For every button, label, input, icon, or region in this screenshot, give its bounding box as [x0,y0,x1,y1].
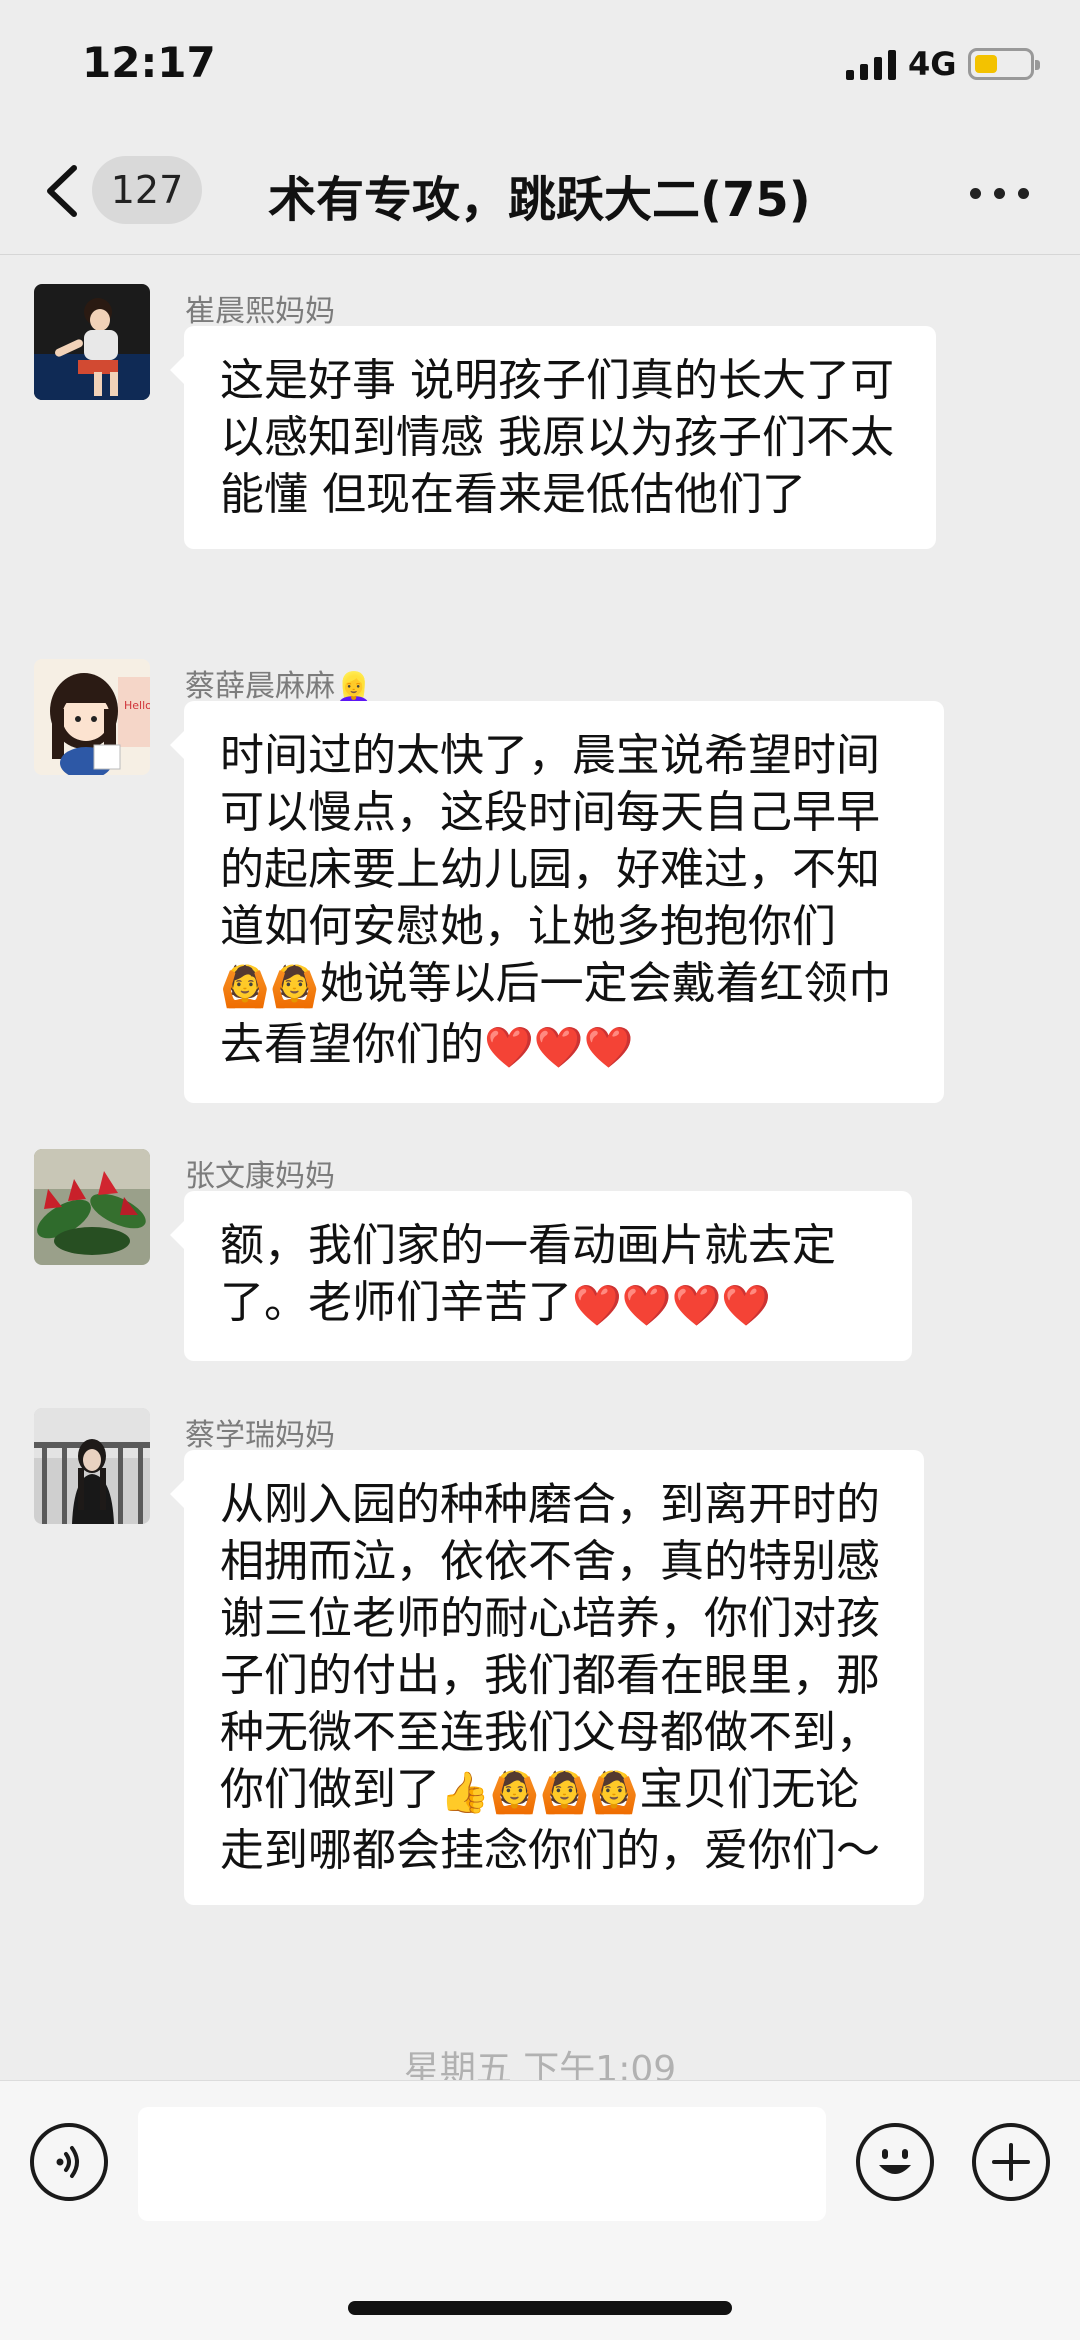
battery-icon [968,48,1040,80]
inline-emoji: 👍🙆🙆🙆 [440,1770,640,1816]
avatar[interactable] [34,284,150,400]
signal-icon [846,50,896,80]
heart-emoji: ❤️❤️❤️❤️ [572,1283,772,1329]
inline-emoji: 🙆🙆 [220,964,320,1010]
svg-text:Hello: Hello [124,699,150,712]
sender-name: 蔡薛晨麻麻👱‍♀️ [185,669,373,706]
avatar[interactable] [34,1408,150,1524]
unread-count-badge[interactable]: 127 [92,156,202,224]
status-time: 12:17 [82,38,216,87]
voice-icon[interactable] [30,2123,108,2201]
home-indicator[interactable] [348,2301,732,2315]
sender-name: 张文康妈妈 [185,1159,335,1194]
sender-name: 蔡学瑞妈妈 [185,1418,335,1453]
message-bubble[interactable]: 这是好事 说明孩子们真的长大了可以感知到情感 我原以为孩子们不太能懂 但现在看来… [170,326,936,549]
message-bubble[interactable]: 时间过的太快了，晨宝说希望时间可以慢点，这段时间每天自己早早的起床要上幼儿园，好… [170,701,944,1103]
message-input[interactable] [138,2107,826,2221]
smiley-icon[interactable] [856,2123,934,2201]
chat-title: 术有专攻，跳跃大二(75) [268,172,811,228]
message-bubble[interactable]: 从刚入园的种种磨合，到离开时的相拥而泣，依依不舍，真的特别感谢三位老师的耐心培养… [170,1450,924,1905]
avatar[interactable] [34,1149,150,1265]
message-bubble[interactable]: 额，我们家的一看动画片就去定了。老师们辛苦了❤️❤️❤️❤️ [170,1191,912,1361]
sender-name: 崔晨熙妈妈 [185,294,335,329]
message-text: 这是好事 说明孩子们真的长大了可以感知到情感 我原以为孩子们不太能懂 但现在看来… [220,355,894,520]
more-icon[interactable] [970,174,1030,214]
message-text: 时间过的太快了，晨宝说希望时间可以慢点，这段时间每天自己早早的起床要上幼儿园，好… [220,730,880,952]
plus-icon[interactable] [972,2123,1050,2201]
chat-header: 127 术有专攻，跳跃大二(75) [0,130,1080,255]
chevron-left-icon[interactable] [38,158,88,224]
heart-emoji: ❤️❤️❤️ [484,1025,634,1071]
network-type: 4G [908,45,957,83]
avatar[interactable]: Hello [34,659,150,775]
status-bar: 12:17 4G [0,0,1080,130]
